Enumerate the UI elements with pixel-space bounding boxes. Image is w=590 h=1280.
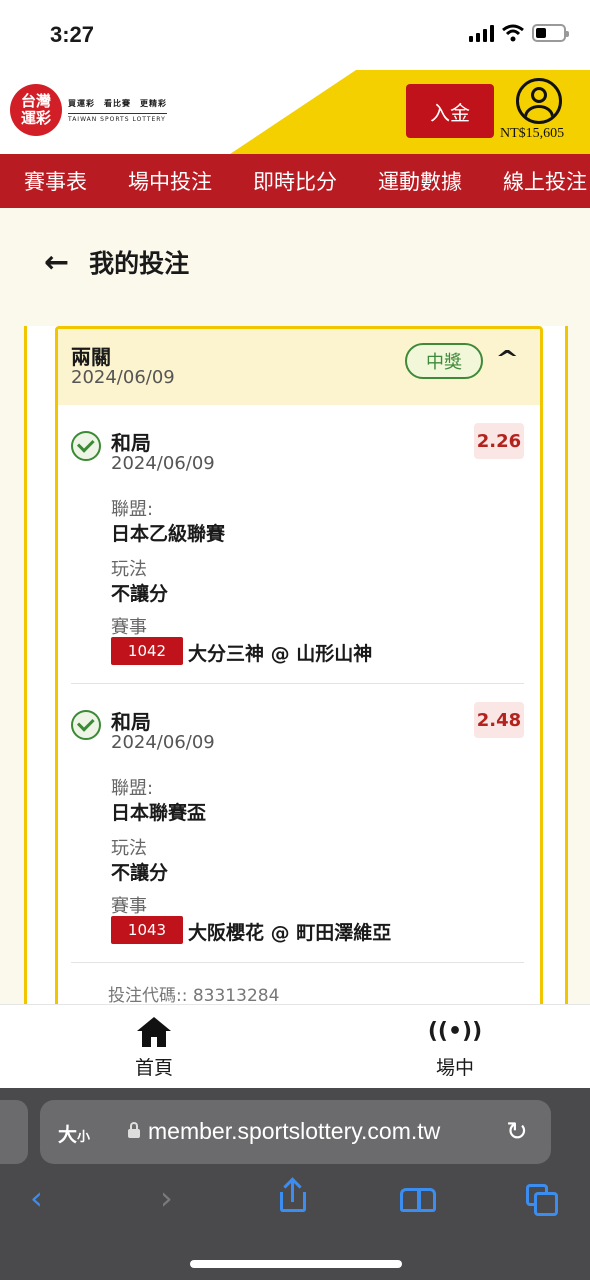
live-broadcast-icon: ((•)) xyxy=(427,1019,483,1044)
deposit-button[interactable]: 入金 xyxy=(406,84,494,138)
status-time: 3:27 xyxy=(50,22,95,47)
tab-live-label: 場中 xyxy=(435,1057,474,1079)
event-label: 賽事 xyxy=(111,617,147,638)
account-balance: NT$15,605 xyxy=(500,126,565,141)
nav-item-online-betting[interactable]: 線上投注 xyxy=(479,166,590,196)
bet-leg: 和局 2024/06/09 2.48 聯盟: 日本聯賽盃 玩法 不讓分 賽事 1… xyxy=(71,684,524,963)
browser-chrome: 大小 member.sportslottery.com.tw ↻ ‹ › xyxy=(0,1088,590,1280)
main-content: ← 我的投注 兩關 2024/06/09 中獎 ^ 和局 2024/06/09 … xyxy=(0,208,590,1004)
cellular-signal-icon xyxy=(469,24,494,42)
address-bar[interactable]: 大小 member.sportslottery.com.tw ↻ xyxy=(40,1100,551,1164)
match-name: 大阪櫻花 @ 町田澤維亞 xyxy=(188,922,392,944)
main-nav: 賽事表 場中投注 即時比分 運動數據 線上投注 xyxy=(0,154,590,208)
logo-mark: 台灣運彩 xyxy=(10,84,62,136)
tab-live[interactable]: ((•)) 場中 xyxy=(395,1017,515,1080)
check-circle-icon xyxy=(71,710,101,740)
nav-item-live-betting[interactable]: 場中投注 xyxy=(104,166,229,196)
page-title-row: ← 我的投注 xyxy=(44,244,189,280)
home-indicator xyxy=(190,1260,402,1268)
bet-type: 兩關 xyxy=(71,345,111,369)
back-icon[interactable]: ‹ xyxy=(30,1178,43,1218)
nav-item-schedule[interactable]: 賽事表 xyxy=(0,166,104,196)
bookmarks-icon[interactable] xyxy=(400,1188,436,1212)
text-size-large: 大 xyxy=(58,1124,78,1146)
nav-item-live-scores[interactable]: 即時比分 xyxy=(229,166,354,196)
lock-icon xyxy=(128,1122,140,1138)
play-value: 不讓分 xyxy=(111,583,169,605)
bet-card: 兩關 2024/06/09 中獎 ^ 和局 2024/06/09 2.26 聯盟… xyxy=(55,326,543,1004)
home-icon xyxy=(137,1017,171,1047)
url-text[interactable]: member.sportslottery.com.tw xyxy=(148,1118,440,1145)
status-badge: 中獎 xyxy=(405,343,483,379)
site-logo[interactable]: 台灣運彩 買運彩 看比賽 更精彩 TAIWAN SPORTS LOTTERY xyxy=(10,84,167,136)
nav-item-sports-data[interactable]: 運動數據 xyxy=(354,166,479,196)
leg-pick: 和局 xyxy=(111,431,151,455)
text-size-button[interactable]: 大小 xyxy=(58,1120,90,1147)
battery-icon xyxy=(532,24,569,42)
event-label: 賽事 xyxy=(111,896,147,917)
leg-date: 2024/06/09 xyxy=(111,732,215,753)
site-header: 台灣運彩 買運彩 看比賽 更精彩 TAIWAN SPORTS LOTTERY 入… xyxy=(0,70,590,154)
status-bar: 3:27 xyxy=(0,0,590,70)
leg-pick: 和局 xyxy=(111,710,151,734)
leg-odds: 2.48 xyxy=(474,702,524,738)
league-label: 聯盟: xyxy=(111,499,154,520)
leg-odds: 2.26 xyxy=(474,423,524,459)
check-circle-icon xyxy=(71,431,101,461)
forward-icon[interactable]: › xyxy=(160,1178,173,1218)
page-title: 我的投注 xyxy=(89,249,190,278)
bet-card-header[interactable]: 兩關 2024/06/09 中獎 ^ xyxy=(58,329,540,405)
league-value: 日本聯賽盃 xyxy=(111,802,207,824)
bet-code: 投注代碼:: 83313284 xyxy=(108,986,280,1004)
user-account-icon[interactable] xyxy=(516,78,562,124)
wifi-icon xyxy=(502,24,524,42)
bet-list: 兩關 2024/06/09 中獎 ^ 和局 2024/06/09 2.26 聯盟… xyxy=(24,326,568,1004)
tabs-icon[interactable] xyxy=(526,1184,560,1216)
bet-leg: 和局 2024/06/09 2.26 聯盟: 日本乙級聯賽 玩法 不讓分 賽事 … xyxy=(71,405,524,684)
reload-icon[interactable]: ↻ xyxy=(506,1117,528,1147)
text-size-small: 小 xyxy=(77,1130,91,1145)
tab-home-label: 首頁 xyxy=(134,1057,173,1079)
play-label: 玩法 xyxy=(111,559,147,580)
league-label: 聯盟: xyxy=(111,778,154,799)
chevron-up-icon[interactable]: ^ xyxy=(495,347,519,372)
match-number-badge: 1042 xyxy=(111,637,183,665)
tab-home[interactable]: 首頁 xyxy=(94,1017,214,1080)
league-value: 日本乙級聯賽 xyxy=(111,523,226,545)
logo-english-name: TAIWAN SPORTS LOTTERY xyxy=(68,112,167,123)
back-arrow-icon[interactable]: ← xyxy=(44,245,69,280)
match-name: 大分三神 @ 山形山神 xyxy=(188,643,373,665)
logo-slogan: 買運彩 看比賽 更精彩 xyxy=(68,98,167,108)
browser-toolbar: ‹ › xyxy=(0,1177,590,1228)
previous-tab-preview[interactable] xyxy=(0,1100,28,1164)
share-icon[interactable] xyxy=(280,1177,306,1212)
bottom-tab-bar: 首頁 ((•)) 場中 xyxy=(0,1004,590,1088)
play-value: 不讓分 xyxy=(111,862,169,884)
match-number-badge: 1043 xyxy=(111,916,183,944)
status-icons xyxy=(469,24,569,42)
bet-date: 2024/06/09 xyxy=(71,367,175,388)
leg-date: 2024/06/09 xyxy=(111,453,215,474)
play-label: 玩法 xyxy=(111,838,147,859)
